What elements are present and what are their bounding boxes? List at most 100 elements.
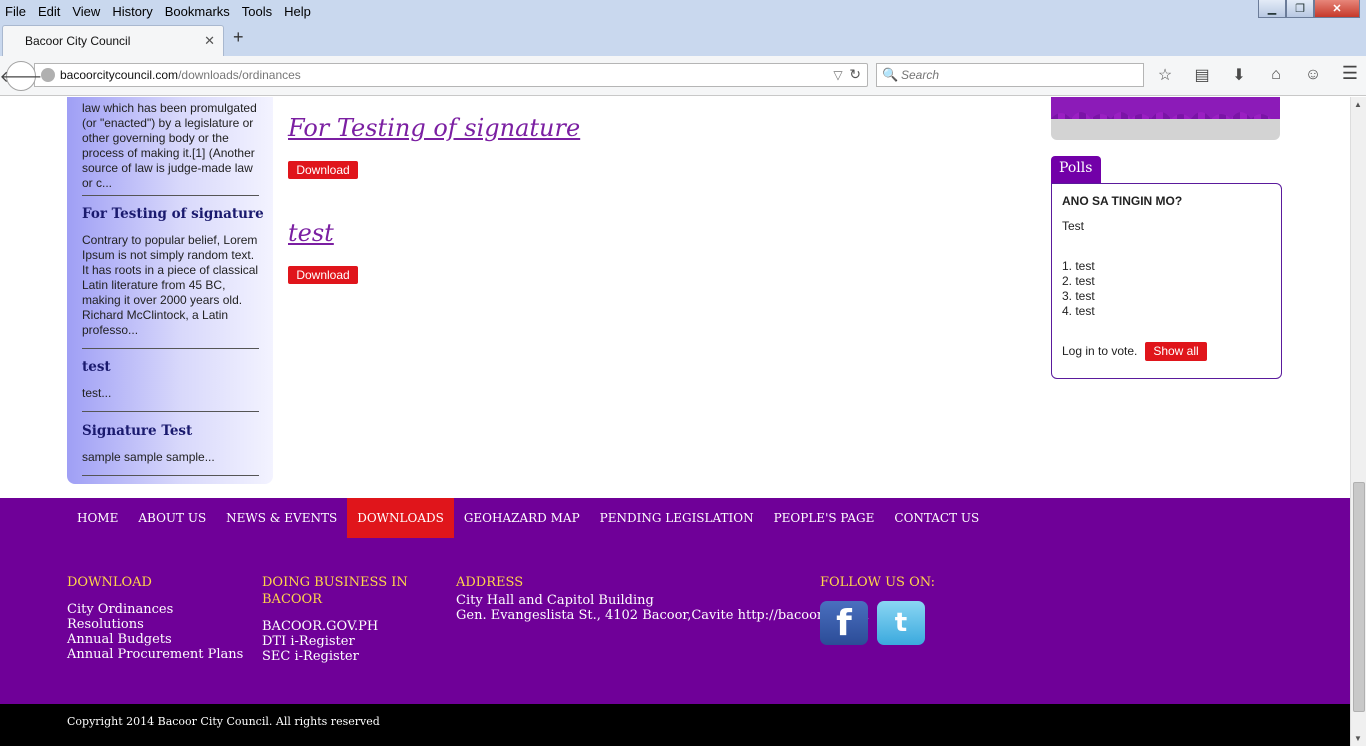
facebook-icon[interactable]: f [820, 601, 868, 645]
divider [82, 348, 259, 349]
reload-icon[interactable]: ↻ [849, 66, 861, 82]
sidebar-item-title[interactable]: test [82, 359, 111, 375]
chat-icon[interactable]: ☺ [1300, 62, 1326, 88]
maximize-button[interactable]: ❐ [1286, 0, 1314, 18]
back-button[interactable]: 🡐 [0, 61, 42, 91]
menu-bookmarks[interactable]: Bookmarks [160, 4, 235, 19]
footer-address-heading: ADDRESS [456, 575, 524, 590]
copyright-text: Copyright 2014 Bacoor City Council. All … [67, 715, 380, 728]
poll-login-text: Log in to vote. [1062, 344, 1138, 358]
footer-nav-peoples-page[interactable]: PEOPLE'S PAGE [764, 498, 885, 538]
site-identity-icon[interactable] [41, 68, 55, 82]
maximize-icon: ❐ [1295, 3, 1305, 15]
poll-option: 3. test [1062, 289, 1095, 303]
footer-business-heading: DOING BUSINESS IN BACOOR [262, 575, 408, 607]
close-window-button[interactable]: ✕ [1314, 0, 1360, 18]
search-input[interactable] [901, 66, 1131, 84]
download-icon[interactable]: ⬇ [1226, 62, 1252, 88]
minimize-icon: ▁ [1267, 3, 1277, 15]
footer-link-sec-iregister[interactable]: SEC i-Register [262, 649, 427, 664]
footer-link-city-ordinances[interactable]: City Ordinances [67, 602, 247, 617]
ordinance-title-link[interactable]: test [288, 219, 334, 247]
ordinance-title-link[interactable]: For Testing of signature [288, 114, 580, 142]
footer-download-column: DOWNLOAD City Ordinances Resolutions Ann… [67, 574, 247, 662]
hamburger-menu-icon[interactable]: ☰ [1342, 63, 1358, 84]
sidebar-item-title[interactable]: For Testing of signature [82, 206, 264, 222]
site-footer: HOME ABOUT US NEWS & EVENTS DOWNLOADS GE… [0, 498, 1350, 704]
minimize-button[interactable]: ▁ [1258, 0, 1286, 18]
scroll-up-icon[interactable]: ▲ [1354, 100, 1362, 109]
url-bar[interactable]: bacoorcitycouncil.com/downloads/ordinanc… [34, 63, 868, 87]
scroll-down-icon[interactable]: ▼ [1354, 734, 1362, 743]
tab-close-icon[interactable]: ✕ [204, 33, 215, 49]
tab-strip: Bacoor City Council ✕ [0, 22, 1366, 56]
footer-link-annual-procurement-plans[interactable]: Annual Procurement Plans [67, 647, 247, 662]
search-box[interactable]: 🔍 [876, 63, 1144, 87]
footer-link-bacoor-gov[interactable]: BACOOR.GOV.PH [262, 619, 427, 634]
home-icon[interactable]: ⌂ [1263, 62, 1289, 88]
footer-address-line2: Gen. Evangeslista St., 4102 Bacoor,Cavit… [456, 608, 869, 623]
footer-follow-heading: FOLLOW US ON: [820, 575, 936, 590]
page-viewport: law which has been promulgated (or "enac… [0, 97, 1350, 746]
menu-bar: File Edit View History Bookmarks Tools H… [0, 0, 318, 22]
menu-help[interactable]: Help [279, 4, 316, 19]
sidebar-item-title[interactable]: Signature Test [82, 423, 192, 439]
poll-box: ANO SA TINGIN MO? Test 1. test 2. test 3… [1051, 183, 1282, 379]
show-all-button[interactable]: Show all [1145, 342, 1207, 361]
tab-title: Bacoor City Council [25, 34, 131, 48]
search-icon: 🔍 [882, 67, 899, 82]
footer-address-line1: City Hall and Capitol Building [456, 593, 654, 608]
sidebar-item-excerpt: Contrary to popular belief, Lorem Ipsum … [82, 233, 259, 337]
url-controls: ▽ ↻ [833, 66, 861, 83]
footer-business-column: DOING BUSINESS IN BACOOR BACOOR.GOV.PH D… [262, 574, 427, 664]
browser-tab[interactable]: Bacoor City Council ✕ [2, 25, 224, 56]
twitter-icon[interactable]: t [877, 601, 925, 645]
bookmark-star-icon[interactable]: ☆ [1152, 62, 1178, 88]
page-scrollbar[interactable]: ▲ ▼ [1350, 97, 1366, 746]
navigation-toolbar: bacoorcitycouncil.com/downloads/ordinanc… [0, 56, 1366, 96]
footer-address-column: ADDRESS City Hall and Capitol Building G… [456, 574, 869, 623]
crowd-silhouette-icon [1051, 97, 1280, 119]
footer-follow-column: FOLLOW US ON: [820, 574, 1020, 591]
divider [82, 195, 259, 196]
menu-file[interactable]: File [0, 4, 31, 19]
footer-link-resolutions[interactable]: Resolutions [67, 617, 247, 632]
footer-link-annual-budgets[interactable]: Annual Budgets [67, 632, 247, 647]
footer-nav-home[interactable]: HOME [67, 498, 128, 538]
poll-option: 4. test [1062, 304, 1095, 318]
poll-subtitle: Test [1062, 219, 1085, 233]
footer-nav-pending-legislation[interactable]: PENDING LEGISLATION [590, 498, 764, 538]
menu-history[interactable]: History [107, 4, 157, 19]
url-host: bacoorcitycouncil.com [60, 68, 179, 82]
poll-question: ANO SA TINGIN MO? [1062, 194, 1183, 208]
footer-nav-about-us[interactable]: ABOUT US [128, 498, 216, 538]
menu-view[interactable]: View [67, 4, 105, 19]
menu-tools[interactable]: Tools [237, 4, 277, 19]
copyright-bar: Copyright 2014 Bacoor City Council. All … [0, 704, 1350, 746]
back-arrow-icon: 🡐 [0, 68, 43, 86]
toolbar-icons: ☆ ▤ ⬇ ⌂ ☺ [1152, 62, 1337, 88]
menu-edit[interactable]: Edit [33, 4, 65, 19]
crowd-banner-image [1051, 97, 1280, 140]
footer-nav-contact-us[interactable]: CONTACT US [884, 498, 989, 538]
footer-nav-news-events[interactable]: NEWS & EVENTS [216, 498, 347, 538]
download-button[interactable]: Download [288, 161, 358, 179]
divider [82, 411, 259, 412]
footer-nav-geohazard-map[interactable]: GEOHAZARD MAP [454, 498, 590, 538]
new-tab-icon[interactable]: + [233, 27, 244, 48]
download-button[interactable]: Download [288, 266, 358, 284]
poll-options: 1. test 2. test 3. test 4. test [1062, 259, 1095, 319]
sidebar-item-excerpt: sample sample sample... [82, 450, 215, 464]
reading-list-icon[interactable]: ▤ [1189, 62, 1215, 88]
footer-nav-downloads[interactable]: DOWNLOADS [347, 498, 454, 538]
window-controls: ▁ ❐ ✕ [1258, 0, 1360, 18]
dropdown-icon[interactable]: ▽ [833, 68, 842, 82]
footer-nav: HOME ABOUT US NEWS & EVENTS DOWNLOADS GE… [67, 498, 989, 538]
footer-link-dti-iregister[interactable]: DTI i-Register [262, 634, 427, 649]
polls-tab[interactable]: Polls [1051, 156, 1101, 183]
url-path: /downloads/ordinances [178, 68, 301, 82]
scrollbar-thumb[interactable] [1353, 482, 1365, 712]
sidebar-item-excerpt: test... [82, 386, 112, 400]
divider [82, 475, 259, 476]
url-text[interactable]: bacoorcitycouncil.com/downloads/ordinanc… [60, 68, 301, 82]
